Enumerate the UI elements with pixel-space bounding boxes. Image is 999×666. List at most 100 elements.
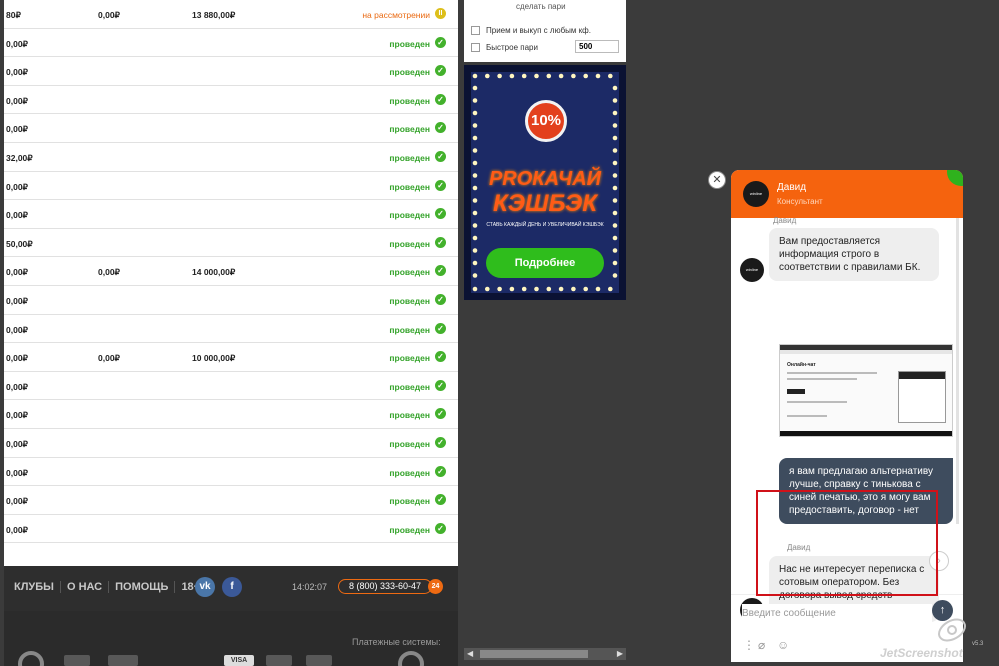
light-bulb: [485, 286, 490, 292]
table-row[interactable]: 0,00₽ проведен ✓: [4, 315, 458, 344]
bet-amount: 0,00₽: [6, 295, 28, 306]
light-bulb: [521, 286, 527, 292]
light-bulb: [612, 110, 618, 116]
bet-amount: 0,00₽: [6, 267, 28, 278]
status-label: проведен: [389, 467, 430, 478]
emoji-icon[interactable]: ☺: [777, 638, 789, 652]
status-label: проведен: [389, 496, 430, 507]
bet-amount: 0,00₽: [6, 124, 28, 135]
light-bulb: [612, 135, 618, 141]
accept-any-odds-checkbox[interactable]: [471, 25, 480, 35]
table-row[interactable]: 32,00₽ проведен ✓: [4, 143, 458, 172]
light-bulb: [472, 286, 478, 292]
cashout-amount: 0,00₽: [98, 10, 120, 20]
status-label: проведен: [389, 524, 430, 535]
attach-file-icon[interactable]: ⌀: [758, 638, 765, 652]
more-options-icon[interactable]: ⋮: [743, 638, 755, 652]
phone-link[interactable]: 8 (800) 333-60-47: [338, 579, 432, 594]
table-row[interactable]: 0,00₽ проведен ✓: [4, 458, 458, 487]
facebook-icon[interactable]: f: [222, 577, 242, 597]
table-row[interactable]: 0,00₽ проведен ✓: [4, 114, 458, 143]
chat-scrollbar[interactable]: [956, 218, 959, 524]
bet-amount: 0,00₽: [6, 496, 28, 507]
table-row[interactable]: 0,00₽ проведен ✓: [4, 486, 458, 515]
light-bulb: [472, 85, 478, 91]
place-bet-label[interactable]: сделать пари: [516, 2, 566, 11]
footer-link-help[interactable]: ПОМОЩЬ: [109, 581, 176, 593]
accept-any-odds-option[interactable]: Прием и выкуп с любым кф.: [471, 24, 591, 36]
light-bulb: [472, 260, 478, 266]
table-row[interactable]: 0,00₽ проведен ✓: [4, 400, 458, 429]
check-icon: ✓: [435, 265, 446, 277]
status-label: проведен: [389, 152, 430, 163]
table-row[interactable]: 0,00₽ 0,00₽ 10 000,00₽ проведен ✓: [4, 343, 458, 372]
attached-screenshot[interactable]: Онлайн-чат: [779, 344, 953, 437]
horizontal-scrollbar[interactable]: ◀ ▶: [464, 648, 626, 660]
table-row[interactable]: 0,00₽ проведен ✓: [4, 29, 458, 58]
light-bulb: [472, 273, 478, 278]
screenshot-button: [787, 389, 805, 394]
status-label: проведен: [389, 38, 430, 49]
bet-amount: 0,00₽: [6, 324, 28, 335]
table-row[interactable]: 0,00₽ проведен ✓: [4, 200, 458, 229]
check-icon: ✓: [435, 465, 446, 477]
qiwi-logo: [398, 651, 424, 666]
table-row[interactable]: 0,00₽ 0,00₽ 14 000,00₽ проведен ✓: [4, 257, 458, 286]
quick-bet-checkbox[interactable]: [471, 42, 480, 52]
status-label: проведен: [389, 410, 430, 421]
cashout-amount: 0,00₽: [98, 353, 120, 364]
light-bulb: [595, 286, 601, 292]
quick-bet-option[interactable]: Быстрое пари: [471, 41, 538, 53]
light-bulb: [521, 73, 527, 79]
quick-bet-stake-input[interactable]: 500: [575, 40, 619, 53]
light-bulb: [608, 286, 613, 292]
light-bulb: [612, 260, 618, 266]
scrollbar-thumb[interactable]: [480, 650, 588, 658]
bet-amount: 0,00₽: [6, 467, 28, 478]
chat-close-icon[interactable]: ✕: [708, 171, 726, 189]
cashout-amount: 0,00₽: [98, 267, 120, 278]
table-row[interactable]: 0,00₽ проведен ✓: [4, 172, 458, 201]
light-bulb: [534, 286, 539, 292]
table-row[interactable]: 0,00₽ проведен ✓: [4, 429, 458, 458]
accept-any-odds-label: Прием и выкуп с любым кф.: [486, 25, 591, 35]
check-icon: ✓: [435, 122, 446, 134]
table-row[interactable]: 0,00₽ проведен ✓: [4, 86, 458, 115]
light-bulb: [612, 273, 618, 278]
bet-amount: 0,00₽: [6, 524, 28, 535]
table-row[interactable]: 80₽ 0,00₽ 13 880,00₽ на рассмотрении II: [4, 0, 458, 29]
light-bulb: [472, 235, 478, 241]
footer-link-clubs[interactable]: КЛУБЫ: [8, 581, 61, 593]
chat-header: winline Давид Консультант: [731, 170, 963, 218]
light-bulb: [612, 123, 618, 128]
win-amount: 10 000,00₽: [192, 353, 236, 364]
light-bulb: [497, 286, 502, 292]
table-row[interactable]: 0,00₽ проведен ✓: [4, 57, 458, 86]
scroll-right-icon[interactable]: ▶: [617, 648, 623, 660]
banner-headline-1: PROКАЧАЙ: [488, 168, 602, 190]
table-row[interactable]: 0,00₽ проведен ✓: [4, 286, 458, 315]
footer-link-about[interactable]: О НАС: [61, 581, 110, 593]
table-row[interactable]: 0,00₽ проведен ✓: [4, 372, 458, 401]
light-bulb: [595, 73, 601, 79]
cashback-banner[interactable]: 10% PROКАЧАЙ КЭШБЭК СТАВЬ КАЖДЫЙ ДЕНЬ И …: [464, 65, 626, 300]
bet-amount: 0,00₽: [6, 381, 28, 392]
light-bulb: [612, 160, 618, 166]
status-label: проведен: [389, 67, 430, 78]
light-bulb: [612, 148, 618, 153]
light-bulb: [472, 135, 478, 141]
win-amount: 14 000,00₽: [192, 267, 236, 278]
vk-icon[interactable]: vk: [195, 577, 215, 597]
footer-bottom: Платежные системы: VISA: [4, 611, 458, 666]
cashback-percent-icon: 10%: [525, 100, 567, 142]
table-row[interactable]: 0,00₽ проведен ✓: [4, 515, 458, 544]
light-bulb: [612, 248, 618, 253]
quick-bet-label: Быстрое пари: [486, 42, 538, 52]
watermark-camera-icon: [938, 618, 966, 642]
status-label: проведен: [389, 124, 430, 135]
check-icon: ✓: [435, 65, 446, 77]
scroll-left-icon[interactable]: ◀: [467, 648, 473, 660]
banner-more-button[interactable]: Подробнее: [486, 248, 604, 278]
table-row[interactable]: 50,00₽ проведен ✓: [4, 229, 458, 258]
light-bulb: [497, 73, 502, 79]
